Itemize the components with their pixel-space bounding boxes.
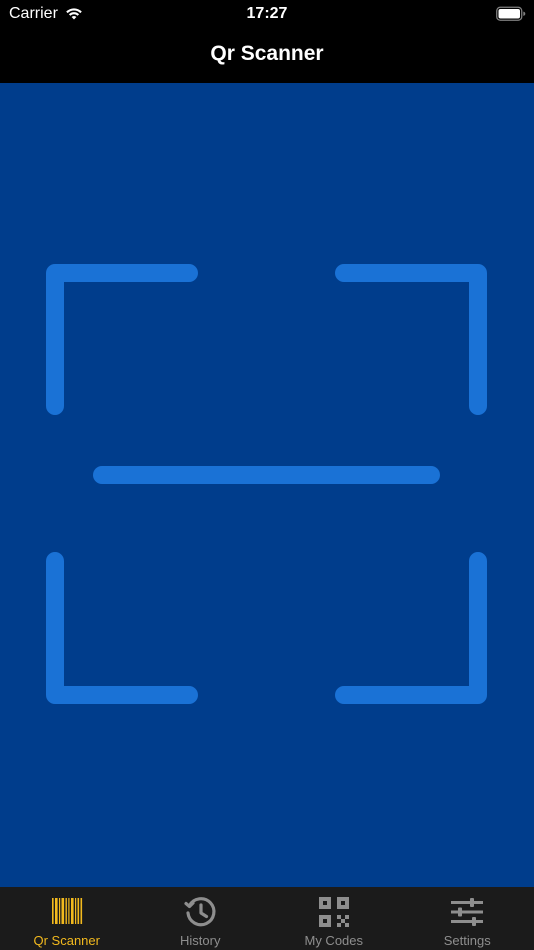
status-time: 17:27: [246, 5, 288, 22]
tab-label: My Codes: [304, 933, 364, 948]
tab-qr-scanner[interactable]: Qr Scanner: [0, 887, 134, 950]
tab-bar: Qr Scanner History My Codes Settings: [0, 887, 534, 950]
scan-frame-icon: [46, 264, 487, 704]
battery-icon: [496, 6, 526, 21]
scanner-viewport[interactable]: [0, 83, 534, 887]
tab-my-codes[interactable]: My Codes: [267, 887, 401, 950]
scan-corner-top-left: [46, 264, 198, 415]
barcode-icon: [51, 898, 82, 924]
app-screen: Carrier 17:27 Qr Scanner Qr Scanner Hist…: [0, 0, 534, 950]
scan-corner-bottom-left: [46, 552, 198, 704]
tab-history[interactable]: History: [134, 887, 268, 950]
history-icon: [184, 897, 216, 927]
tab-settings[interactable]: Settings: [401, 887, 534, 950]
scan-corner-bottom-right: [335, 552, 487, 704]
page-title: Qr Scanner: [210, 42, 324, 65]
qr-code-icon: [318, 897, 349, 927]
status-bar: Carrier 17:27: [0, 0, 534, 30]
tab-label: History: [180, 933, 221, 948]
navigation-bar: Qr Scanner: [0, 30, 534, 83]
sliders-icon: [451, 898, 484, 926]
tab-label: Settings: [443, 933, 491, 948]
scan-corner-top-right: [335, 264, 487, 415]
tab-label: Qr Scanner: [33, 933, 100, 948]
